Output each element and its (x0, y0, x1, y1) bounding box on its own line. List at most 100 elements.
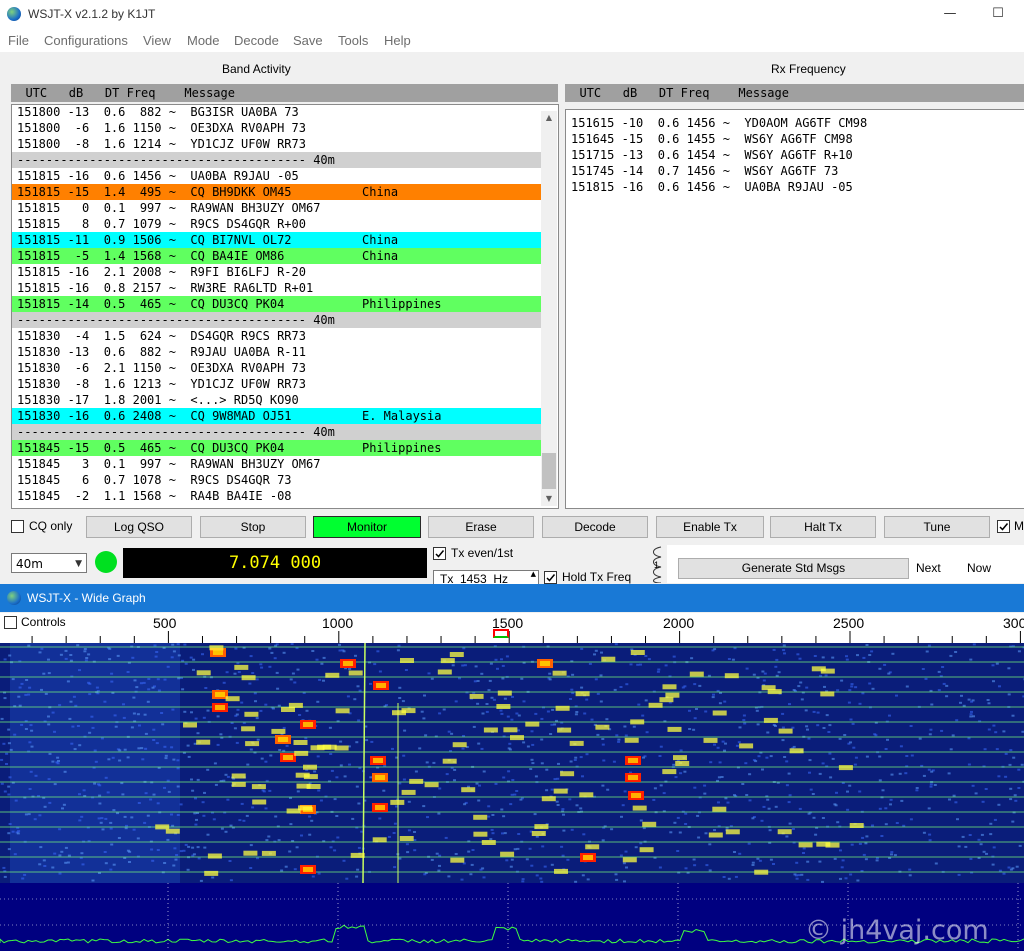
period-separator-row[interactable]: ----------------------------------------… (12, 152, 542, 168)
menu-tools[interactable]: Tools (338, 33, 368, 48)
band-activity-row[interactable]: 151830 -8 1.6 1213 ~ YD1CJZ UF0W RR73 (12, 376, 542, 392)
menu-help[interactable]: Help (384, 33, 411, 48)
menu-view[interactable]: View (143, 33, 171, 48)
tune-button[interactable]: Tune (884, 516, 990, 538)
decode-button[interactable]: Decode (542, 516, 648, 538)
spin-up-icon[interactable]: ▲ (531, 571, 536, 578)
scroll-down-icon[interactable]: ▼ (541, 492, 557, 506)
band-activity-row[interactable]: 151830 -4 1.5 624 ~ DS4GQR R9CS RR73 (12, 328, 542, 344)
rx-frequency-list[interactable]: 151615 -10 0.6 1456 ~ YD0AOM AG6TF CM98 1… (565, 109, 1024, 509)
noise-speckle (556, 777, 560, 780)
weak-signal (155, 824, 170, 830)
noise-speckle (782, 649, 786, 652)
noise-speckle (807, 812, 811, 815)
band-activity-row[interactable]: 151830 -17 1.8 2001 ~ <...> RD5Q KO90 (12, 392, 542, 408)
hold-tx-checkbox[interactable] (544, 571, 557, 584)
message-tab-strip[interactable]: 1 (649, 545, 667, 584)
cq-only-checkbox[interactable] (11, 520, 24, 533)
band-activity-row[interactable]: 151800 -13 0.6 882 ~ BG3ISR UA0BA 73 (12, 105, 542, 120)
stop-button[interactable]: Stop (200, 516, 306, 538)
rx-frequency-title: Rx Frequency (771, 62, 846, 76)
scroll-thumb[interactable] (542, 453, 556, 489)
noise-speckle (853, 763, 857, 766)
noise-speckle (355, 741, 359, 744)
halt-tx-button[interactable]: Halt Tx (770, 516, 876, 538)
menu-configurations[interactable]: Configurations (44, 33, 128, 48)
noise-speckle (989, 833, 993, 836)
band-activity-row[interactable]: 151815 0 0.1 997 ~ RA9WAN BH3UZY OM67 (12, 200, 542, 216)
noise-speckle (285, 744, 289, 747)
band-activity-row[interactable]: 151830 -6 2.1 1150 ~ OE3DXA RV0APH 73 (12, 360, 542, 376)
noise-speckle (871, 687, 875, 690)
noise-speckle (713, 743, 716, 746)
noise-speckle (535, 874, 539, 877)
band-activity-list[interactable]: 151800 -13 0.6 882 ~ BG3ISR UA0BA 73 1518… (11, 104, 559, 509)
noise-speckle (438, 864, 441, 867)
tx-rx-marker[interactable] (493, 629, 509, 638)
band-activity-row[interactable]: 151815 -16 0.6 1456 ~ UA0BA R9JAU -05 (12, 168, 542, 184)
noise-speckle (88, 731, 92, 734)
log-qso-button[interactable]: Log QSO (86, 516, 192, 538)
erase-button[interactable]: Erase (428, 516, 534, 538)
weak-signal (630, 650, 645, 655)
noise-speckle (289, 678, 293, 681)
band-activity-row[interactable]: 151815 -5 1.4 1568 ~ CQ BA4IE OM86 China (12, 248, 542, 264)
noise-speckle (596, 692, 600, 695)
maximize-button[interactable]: ☐ (986, 4, 1010, 24)
noise-speckle (109, 827, 113, 830)
menu-decode[interactable]: Decode (234, 33, 279, 48)
band-activity-row[interactable]: 151815 -15 1.4 495 ~ CQ BH9DKK OM45 China (12, 184, 542, 200)
rx-frequency-row[interactable]: 151645 -15 0.6 1455 ~ WS6Y AG6TF CM98 (566, 131, 867, 147)
band-activity-row[interactable]: 151815 -14 0.5 465 ~ CQ DU3CQ PK04 Philip… (12, 296, 542, 312)
noise-speckle (1007, 866, 1011, 869)
noise-speckle (183, 710, 187, 713)
menu-file[interactable]: File (8, 33, 29, 48)
band-activity-scrollbar[interactable]: ▲ ▼ (541, 111, 557, 506)
band-activity-row[interactable]: 151845 6 0.7 1078 ~ R9CS DS4GQR 73 (12, 472, 542, 488)
menu-mode[interactable]: Mode (187, 33, 220, 48)
band-activity-row[interactable]: 151815 -16 2.1 2008 ~ R9FI BI6LFJ R-20 (12, 264, 542, 280)
band-activity-row[interactable]: 151815 -16 0.8 2157 ~ RW3RE RA6LTD R+01 (12, 280, 542, 296)
band-activity-row[interactable]: 151845 -2 1.1 1568 ~ RA4B BA4IE -08 (12, 488, 542, 504)
noise-speckle (992, 724, 996, 727)
period-separator-row[interactable]: ----------------------------------------… (12, 424, 542, 440)
generate-std-msgs-button[interactable]: Generate Std Msgs (678, 558, 909, 579)
noise-speckle (502, 776, 506, 779)
rx-frequency-row[interactable]: 151715 -13 0.6 1454 ~ WS6Y AG6TF R+10 (566, 147, 867, 163)
band-activity-row[interactable]: 151830 -16 0.6 2408 ~ CQ 9W8MAD OJ51 E. M… (12, 408, 542, 424)
noise-speckle (398, 782, 402, 785)
noise-speckle (1008, 763, 1012, 766)
noise-speckle (176, 767, 180, 770)
noise-speckle (852, 746, 856, 749)
band-select[interactable]: 40m ▼ (11, 553, 87, 573)
band-activity-row[interactable]: 151815 8 0.7 1079 ~ R9CS DS4GQR R+00 (12, 216, 542, 232)
noise-speckle (796, 653, 800, 656)
noise-speckle (23, 873, 27, 876)
band-activity-row[interactable]: 151830 -13 0.6 882 ~ R9JAU UA0BA R-11 (12, 344, 542, 360)
controls-checkbox[interactable] (4, 616, 17, 629)
band-activity-row[interactable]: 151800 -6 1.6 1150 ~ OE3DXA RV0APH 73 (12, 120, 542, 136)
scroll-up-icon[interactable]: ▲ (541, 111, 557, 125)
band-activity-row[interactable]: 151845 -15 0.5 465 ~ CQ DU3CQ PK04 Philip… (12, 440, 542, 456)
noise-speckle (503, 697, 507, 700)
rx-frequency-row[interactable]: 151815 -16 0.6 1456 ~ UA0BA R9JAU -05 (566, 179, 867, 195)
tx-even-checkbox[interactable] (433, 547, 446, 560)
menus-checkbox[interactable] (997, 520, 1010, 533)
rx-frequency-row[interactable]: 151615 -10 0.6 1456 ~ YD0AOM AG6TF CM98 (566, 115, 867, 131)
band-activity-row[interactable]: 151815 -11 0.9 1506 ~ CQ BI7NVL OL72 Chin… (12, 232, 542, 248)
enable-tx-button[interactable]: Enable Tx (656, 516, 764, 538)
noise-speckle (318, 678, 322, 681)
monitor-button[interactable]: Monitor (313, 516, 421, 538)
minimize-button[interactable]: — (938, 4, 962, 24)
noise-speckle (658, 755, 662, 757)
period-separator-row[interactable]: ----------------------------------------… (12, 312, 542, 328)
noise-speckle (76, 725, 80, 727)
rx-frequency-row[interactable]: 151745 -14 0.7 1456 ~ WS6Y AG6TF 73 (566, 163, 867, 179)
noise-speckle (338, 649, 342, 652)
menu-save[interactable]: Save (293, 33, 323, 48)
noise-speckle (438, 787, 442, 790)
frequency-ruler[interactable]: Controls 500 1000 1500 2000 2500 300 (0, 613, 1024, 643)
band-activity-row[interactable]: 151845 3 0.1 997 ~ RA9WAN BH3UZY OM67 (12, 456, 542, 472)
band-activity-row[interactable]: 151800 -8 1.6 1214 ~ YD1CJZ UF0W RR73 (12, 136, 542, 152)
waterfall-display[interactable]: © jh4vaj.com (0, 643, 1024, 951)
